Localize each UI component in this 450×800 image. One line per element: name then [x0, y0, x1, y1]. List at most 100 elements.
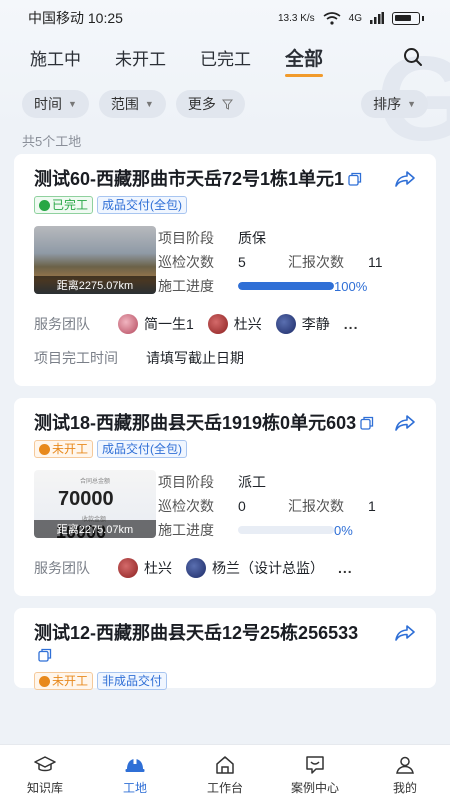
member-name: 简一生1	[144, 316, 194, 332]
filter-more-button[interactable]: 更多	[175, 90, 245, 118]
signal-label: 4G	[348, 12, 362, 24]
clock-icon	[39, 443, 50, 455]
site-card[interactable]: 测试60-西藏那曲市天岳72号1栋1单元1 已完工 成品交付(全包) 距离227…	[14, 154, 436, 386]
check-circle-icon	[39, 199, 50, 211]
tag-row: 未开工 成品交付(全包)	[34, 440, 416, 458]
clock-icon	[39, 675, 50, 687]
copy-icon[interactable]	[38, 648, 52, 662]
completion-label: 项目完工时间	[34, 350, 118, 366]
report-value: 1	[368, 498, 376, 514]
site-card[interactable]: 测试18-西藏那曲县天岳1919栋0单元603 未开工 成品交付(全包) 合同总…	[14, 398, 436, 596]
stage-value: 派工	[238, 474, 266, 490]
site-metrics: 项目阶段 派工 巡检次数 0 汇报次数 1 施工进度 0%	[156, 470, 418, 542]
filter-time-button[interactable]: 时间 ▼	[22, 90, 89, 118]
message-icon	[306, 755, 324, 774]
member-name: 杜兴	[144, 560, 172, 576]
inspect-value: 0	[238, 498, 246, 514]
sort-label: 排序	[373, 96, 402, 112]
inspect-label: 巡检次数	[158, 254, 214, 270]
search-icon[interactable]	[402, 46, 424, 68]
site-title-text: 测试60-西藏那曲市天岳72号1栋1单元1	[34, 169, 345, 189]
distance-label: 距离2275.07km	[34, 276, 156, 294]
nav-workbench[interactable]: 工作台	[190, 754, 260, 796]
tab-completed[interactable]: 已完工	[200, 45, 251, 70]
avatar	[118, 558, 138, 578]
copy-icon[interactable]	[348, 172, 362, 186]
stage-label: 项目阶段	[158, 474, 214, 490]
scope-badge: 成品交付(全包)	[97, 440, 188, 458]
completion-value[interactable]: 请填写截止日期	[146, 348, 244, 368]
nav-label: 案例中心	[290, 780, 339, 795]
nav-knowledge-base[interactable]: 知识库	[10, 754, 80, 796]
nav-site[interactable]: 工地	[100, 754, 170, 796]
team-member[interactable]: 杜兴	[207, 314, 262, 334]
net-speed: 13.3 K/s	[277, 12, 315, 24]
filter-range-button[interactable]: 范围 ▼	[98, 90, 166, 118]
filter-range-label: 范围	[110, 96, 139, 112]
service-team: 服务团队 杜兴 杨兰（设计总监） ...	[34, 556, 416, 580]
site-metrics: 项目阶段 质保 巡检次数 5 汇报次数 11 施工进度 100%	[156, 226, 418, 298]
caret-down-icon: ▼	[68, 99, 77, 109]
progress-fill	[238, 282, 334, 290]
bottom-navigation: 知识库 工地 工作台 案例中心 我的	[0, 744, 450, 800]
nav-label: 工地	[122, 780, 147, 795]
progress-bar	[238, 526, 334, 534]
tag-row: 已完工 成品交付(全包)	[34, 196, 416, 214]
caret-down-icon: ▼	[144, 99, 154, 109]
site-title-text: 测试18-西藏那曲县天岳1919栋0单元603	[34, 413, 357, 433]
copy-icon[interactable]	[360, 416, 374, 430]
progress-bar	[238, 282, 334, 290]
status-badge: 未开工	[34, 672, 94, 690]
team-label: 服务团队	[34, 316, 90, 332]
tab-all[interactable]: 全部	[285, 44, 324, 77]
inspect-value: 5	[238, 254, 246, 270]
site-info: 合同总金额 70000 收款金额 10000 距离2275.07km 项目阶段 派…	[34, 470, 416, 542]
completion-row: 项目完工时间 请填写截止日期	[34, 346, 416, 370]
team-member[interactable]: 李静	[275, 314, 330, 334]
caret-down-icon: ▼	[407, 99, 416, 109]
member-name: 李静	[301, 316, 330, 332]
report-label: 汇报次数	[288, 498, 344, 514]
avatar	[207, 314, 228, 334]
status-badge-text: 未开工	[52, 442, 89, 456]
graduation-cap-icon	[34, 755, 56, 771]
nav-label: 工作台	[206, 780, 243, 795]
tab-not-started[interactable]: 未开工	[115, 45, 166, 70]
site-info: 距离2275.07km 项目阶段 质保 巡检次数 5 汇报次数 11 施工进度 100%	[34, 226, 416, 298]
sort-button[interactable]: 排序 ▼	[361, 90, 428, 118]
site-photo[interactable]: 合同总金额 70000 收款金额 10000 距离2275.07km	[34, 470, 156, 538]
site-title: 测试60-西藏那曲市天岳72号1栋1单元1	[34, 168, 416, 190]
tab-in-progress[interactable]: 施工中	[30, 45, 81, 70]
nav-profile[interactable]: 我的	[370, 754, 440, 796]
share-icon[interactable]	[394, 414, 416, 432]
team-member[interactable]: 杨兰（设计总监）	[186, 558, 324, 578]
hard-hat-icon	[125, 757, 145, 772]
signal-icon	[370, 12, 384, 24]
site-title-text: 测试12-西藏那曲县天岳12号25栋256533	[34, 623, 359, 643]
thumb-note: 合同总金额	[80, 479, 111, 485]
share-icon[interactable]	[394, 170, 416, 188]
site-title: 测试18-西藏那曲县天岳1919栋0单元603	[34, 412, 416, 434]
team-member[interactable]: 简一生1	[118, 314, 194, 334]
site-title: 测试12-西藏那曲县天岳12号25栋256533	[34, 622, 416, 666]
user-icon	[396, 756, 414, 774]
tag-row: 未开工 非成品交付	[34, 672, 416, 690]
member-name: 杨兰（设计总监）	[212, 560, 324, 576]
more-members-button[interactable]: ...	[344, 316, 359, 332]
scope-badge: 成品交付(全包)	[97, 196, 188, 214]
share-icon[interactable]	[394, 624, 416, 642]
team-member[interactable]: 杜兴	[118, 558, 172, 578]
thumb-amount: 70000	[58, 488, 114, 510]
inspect-label: 巡检次数	[158, 498, 214, 514]
progress-label: 施工进度	[158, 522, 214, 538]
nav-case-center[interactable]: 案例中心	[280, 754, 350, 796]
service-team: 服务团队 简一生1 杜兴 李静 ...	[34, 312, 416, 336]
more-members-button[interactable]: ...	[338, 560, 353, 576]
site-card[interactable]: 测试12-西藏那曲县天岳12号25栋256533 未开工 非成品交付	[14, 608, 436, 690]
stage-label: 项目阶段	[158, 230, 214, 246]
team-label: 服务团队	[34, 560, 90, 576]
site-photo[interactable]: 距离2275.07km	[34, 226, 156, 294]
progress-percent: 100%	[334, 278, 368, 294]
avatar	[275, 314, 296, 334]
report-value: 11	[368, 254, 383, 270]
